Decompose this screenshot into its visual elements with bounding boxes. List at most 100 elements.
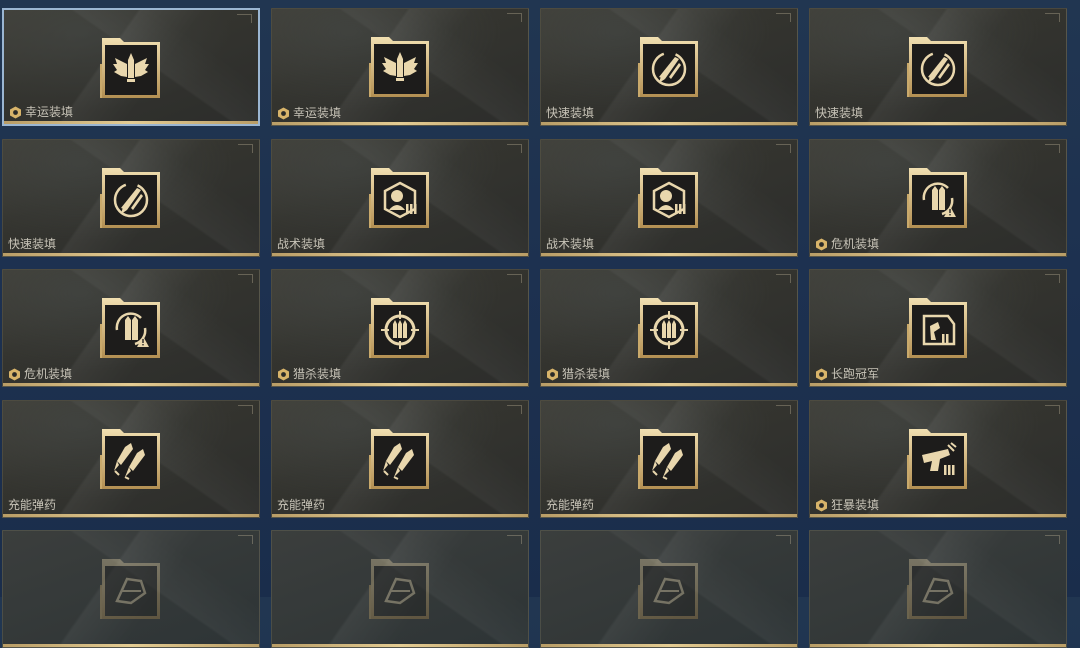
- card-corner-decoration: [776, 143, 791, 153]
- perk-label-row: 狂暴装填: [815, 498, 879, 513]
- perk-label-row: 充能弹药: [546, 498, 594, 513]
- perk-name: 危机装填: [24, 367, 73, 381]
- card-bottom-bar: [541, 252, 797, 256]
- perk-icon-tile: [367, 555, 433, 623]
- perk-card[interactable]: 幸运装填: [2, 8, 260, 126]
- perk-card[interactable]: [271, 530, 529, 648]
- perk-grid: 幸运装填 幸运装填 快速装填 快速装填 快速装填 战术装填 战术装填 危机装填 …: [0, 0, 1080, 648]
- card-corner-decoration: [507, 143, 522, 153]
- card-corner-decoration: [1045, 535, 1060, 544]
- card-bottom-bar: [810, 383, 1066, 386]
- locked-perk-icon: [384, 577, 416, 605]
- perk-card[interactable]: 充能弹药: [540, 399, 798, 518]
- perk-name: 猎杀装填: [562, 367, 611, 381]
- runner-ammo-icon: [922, 314, 956, 346]
- rarity-badge-icon: [9, 368, 20, 381]
- perk-card[interactable]: 危机装填: [809, 138, 1067, 257]
- card-bottom-bar: [3, 252, 259, 256]
- card-bottom-bar: [810, 644, 1066, 647]
- perk-name: 快速装填: [546, 106, 595, 120]
- berserk-pistol-icon: [922, 441, 957, 475]
- perk-label-row: 充能弹药: [277, 498, 325, 513]
- perk-name: 狂暴装填: [831, 497, 880, 512]
- perk-name: 快速装填: [815, 106, 864, 120]
- card-corner-decoration: [1045, 404, 1060, 414]
- perk-card[interactable]: [540, 530, 798, 648]
- perk-card[interactable]: 战术装填: [271, 138, 529, 257]
- perk-icon-tile: [367, 425, 433, 493]
- card-bottom-bar: [541, 513, 797, 517]
- perk-name: 猎杀装填: [293, 367, 342, 381]
- perk-icon-tile: [636, 294, 702, 362]
- card-bottom-bar: [272, 122, 528, 125]
- perk-label-row: 战术装填: [277, 237, 325, 252]
- charged-bullets-icon: [652, 442, 683, 480]
- crosshair-bullets-icon: [381, 311, 419, 349]
- card-bottom-bar: [810, 122, 1066, 125]
- rarity-badge-icon: [278, 107, 289, 120]
- perk-icon-tile: [367, 33, 433, 101]
- perk-card[interactable]: 快速装填: [540, 8, 798, 126]
- card-bottom-bar: [3, 513, 259, 517]
- perk-icon-tile: [636, 33, 702, 101]
- perk-card[interactable]: [2, 530, 260, 648]
- perk-name: 幸运装填: [25, 105, 74, 119]
- perk-label-row: 猎杀装填: [546, 367, 610, 382]
- card-corner-decoration: [776, 535, 791, 544]
- perk-card[interactable]: [809, 530, 1067, 648]
- perk-card[interactable]: 战术装填: [540, 138, 798, 257]
- perk-card[interactable]: 快速装填: [2, 138, 260, 257]
- perk-label-row: 长跑冠军: [815, 367, 879, 382]
- crisis-ammo-icon: [922, 181, 956, 217]
- perk-card[interactable]: 猎杀装填: [271, 269, 529, 387]
- perk-icon-tile: [367, 164, 433, 232]
- locked-perk-icon: [653, 577, 685, 605]
- perk-card[interactable]: 快速装填: [809, 8, 1067, 126]
- perk-card[interactable]: 充能弹药: [271, 399, 529, 518]
- perk-label-row: 快速装填: [815, 106, 863, 121]
- perk-icon-tile: [905, 425, 971, 493]
- perk-card[interactable]: 猎杀装填: [540, 269, 798, 387]
- card-corner-decoration: [238, 404, 253, 414]
- perk-icon-tile: [905, 33, 971, 101]
- card-corner-decoration: [238, 274, 253, 283]
- card-corner-decoration: [238, 143, 253, 153]
- perk-card[interactable]: 充能弹药: [2, 399, 260, 518]
- perk-name: 充能弹药: [546, 497, 595, 512]
- perk-label-row: 危机装填: [8, 367, 72, 382]
- card-bottom-bar: [3, 383, 259, 386]
- perk-name: 充能弹药: [277, 497, 326, 512]
- card-corner-decoration: [507, 535, 522, 544]
- rarity-badge-icon: [816, 499, 827, 511]
- charged-bullets-icon: [383, 442, 414, 480]
- perk-icon-tile: [905, 555, 971, 623]
- perk-label-row: 充能弹药: [8, 498, 56, 513]
- perk-name: 充能弹药: [8, 497, 57, 512]
- card-corner-decoration: [507, 13, 522, 22]
- card-bottom-bar: [541, 383, 797, 386]
- charged-bullets-icon: [114, 442, 145, 480]
- rarity-badge-icon: [10, 106, 21, 119]
- rocket-reload-icon: [920, 51, 956, 87]
- rarity-badge-icon: [816, 368, 827, 381]
- perk-label-row: 幸运装填: [9, 105, 73, 120]
- rarity-badge-icon: [547, 368, 558, 381]
- rarity-badge-icon: [278, 368, 289, 381]
- perk-label-row: 快速装填: [8, 237, 56, 252]
- winged-bullet-icon: [113, 53, 149, 82]
- card-bottom-bar: [541, 122, 797, 125]
- perk-card[interactable]: 幸运装填: [271, 8, 529, 126]
- perk-icon-tile: [98, 555, 164, 623]
- perk-card[interactable]: 狂暴装填: [809, 399, 1067, 518]
- card-bottom-bar: [3, 644, 259, 647]
- perk-card[interactable]: 长跑冠军: [809, 269, 1067, 387]
- card-corner-decoration: [1045, 143, 1060, 153]
- perk-icon-tile: [98, 294, 164, 362]
- winged-bullet-icon: [382, 52, 418, 81]
- perk-name: 幸运装填: [293, 106, 342, 120]
- card-bottom-bar: [272, 513, 528, 517]
- locked-perk-icon: [922, 577, 954, 605]
- card-bottom-bar: [4, 121, 258, 124]
- perk-name: 快速装填: [8, 236, 57, 251]
- perk-card[interactable]: 危机装填: [2, 269, 260, 387]
